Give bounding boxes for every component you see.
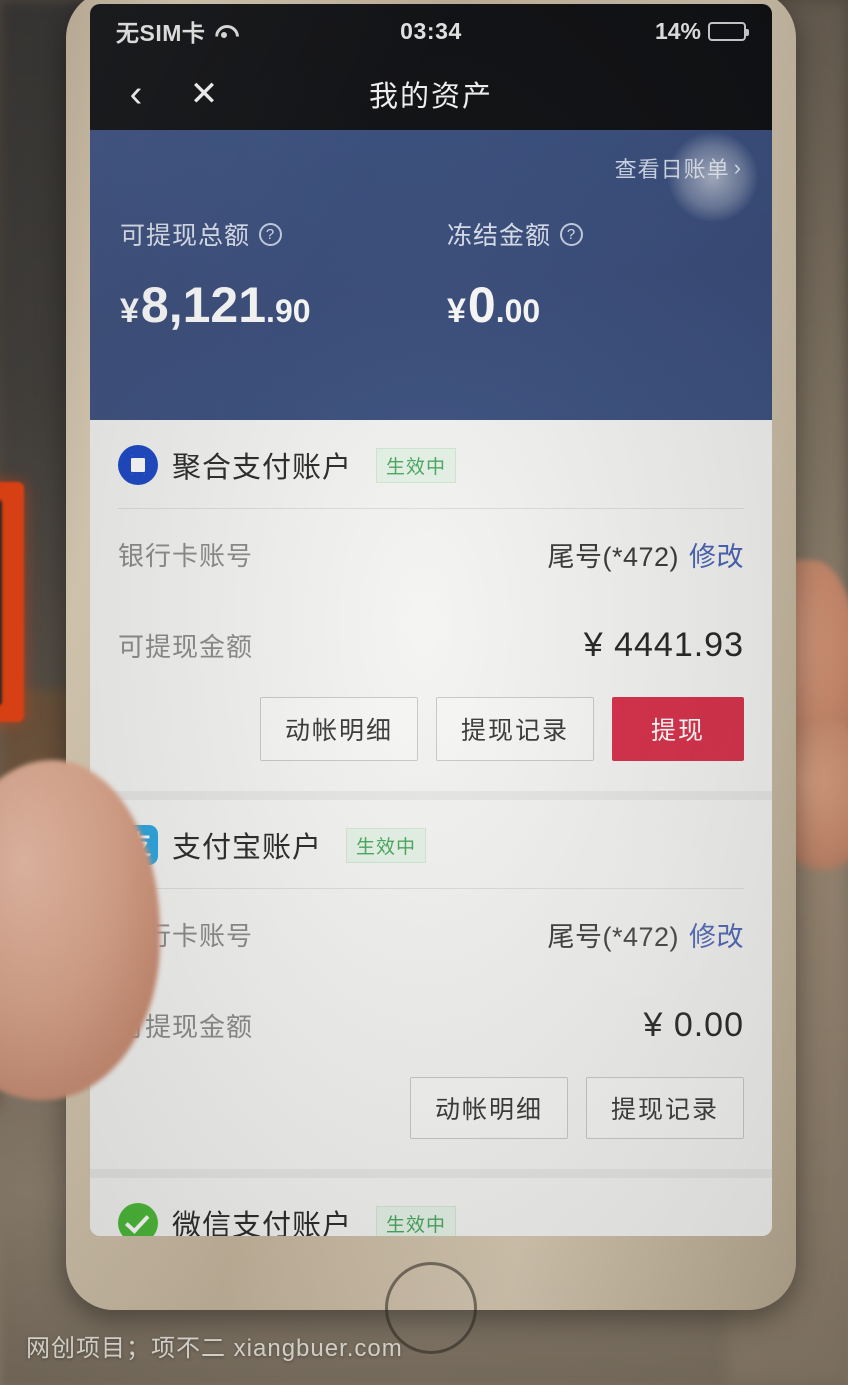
status-badge: 生效中 [376,447,457,483]
summary-columns: 可提现总额 ? ¥ 8,121 .90 冻结金额 ? ¥ 0 .00 [120,216,742,334]
bank-card-row: 银行卡账号 尾号(*472) 修改 [118,889,744,980]
status-badge: 生效中 [346,827,427,863]
amount-decimal: .00 [495,293,541,329]
amount-integer: 0 [467,277,496,333]
amount-decimal: .90 [266,293,311,329]
orange-object-shadow [0,500,2,705]
daily-bill-row: 查看日账单 › [120,152,742,184]
transaction-details-button[interactable]: 动帐明细 [409,1077,568,1139]
account-title: 支付宝账户 [172,832,323,864]
transaction-details-button[interactable]: 动帐明细 [259,697,418,761]
bank-card-row: 银行卡账号 尾号(*472) 修改 [118,509,744,600]
bank-card-value-group: 尾号(*472) 修改 [547,915,744,954]
withdrawal-records-button[interactable]: 提现记录 [435,697,594,761]
account-card-header: 聚合支付账户 生效中 [118,420,744,508]
watermark: 网创项目；项不二 xiangbuer.com [26,1335,403,1362]
status-bar-right: 14% [654,17,749,45]
account-title: 微信支付账户 [172,1210,353,1236]
account-card: 聚合支付账户 生效中 银行卡账号 尾号(*472) 修改 可提现金额 ¥ 444… [90,420,772,791]
withdrawable-total-amount: ¥ 8,121 .90 [120,276,431,334]
close-icon[interactable]: ✕ [182,77,226,111]
frozen-amount-label: 冻结金额 [447,222,552,250]
orange-object [0,482,24,722]
wechatpay-icon [118,1203,158,1236]
withdraw-button[interactable]: 提现 [611,697,744,761]
battery-percent-label: 14% [654,17,701,44]
withdrawable-amount-label: 可提现金额 [118,632,254,662]
frozen-amount-value: ¥ 0 .00 [447,276,742,334]
page-title: 我的资产 [368,81,494,113]
phone-screen: 无SIM卡 03:34 14% ‹ ✕ 我的资产 查看日账单 › 可提现总额 ?… [90,4,772,1236]
daily-bill-label: 查看日账单 [614,157,730,182]
withdrawable-total-block: 可提现总额 ? ¥ 8,121 .90 [120,216,431,334]
help-icon[interactable]: ? [560,222,584,246]
account-card-header: 微信支付账户 生效中 [118,1178,744,1236]
account-card: 支 支付宝账户 生效中 银行卡账号 尾号(*472)修改 可提现金 [90,791,772,1169]
status-bar: 无SIM卡 03:34 14% [90,4,772,58]
frozen-amount-label-row: 冻结金额 ? [447,216,742,252]
bank-card-number: 尾号(*472) [547,542,679,572]
account-actions: 动帐明细 提现记录 [118,1071,744,1169]
carrier-label: 无SIM卡 [116,20,206,46]
currency-symbol: ¥ [447,292,466,330]
help-icon[interactable]: ? [259,222,283,246]
edit-card-link[interactable]: 修改 [689,542,744,572]
wifi-icon [213,23,235,39]
photograph-of-phone: 无SIM卡 03:34 14% ‹ ✕ 我的资产 查看日账单 › 可提现总额 ?… [0,0,848,1385]
unionpay-icon [118,445,158,485]
chevron-right-icon: › [733,155,742,180]
withdrawable-amount-value: ¥ 4441.93 [583,626,744,664]
accounts-list: 聚合支付账户 生效中 银行卡账号 尾号(*472) 修改 可提现金额 ¥ 444… [90,420,772,1236]
bank-card-number: 尾号(*472) [547,922,679,952]
phone-device: 无SIM卡 03:34 14% ‹ ✕ 我的资产 查看日账单 › 可提现总额 ?… [66,0,796,1354]
bank-card-label: 银行卡账号 [118,541,254,571]
edit-card-link[interactable]: 修改 [689,922,744,952]
account-card: 微信支付账户 生效中 [90,1169,772,1236]
status-bar-left: 无SIM卡 [116,14,235,48]
battery-icon [708,21,749,41]
withdrawable-amount-row: 可提现金额 ¥ 0.00 [118,980,744,1071]
bank-card-value-group: 尾号(*472) 修改 [547,535,744,574]
phone-bezel: 无SIM卡 03:34 14% ‹ ✕ 我的资产 查看日账单 › 可提现总额 ?… [90,4,772,1236]
account-title: 聚合支付账户 [172,452,353,484]
currency-symbol: ¥ [120,292,139,330]
frozen-amount-block: 冻结金额 ? ¥ 0 .00 [431,216,742,334]
daily-bill-link[interactable]: 查看日账单 › [615,152,742,184]
clock: 03:34 [400,17,462,44]
withdrawable-total-label: 可提现总额 [120,222,251,250]
back-icon[interactable]: ‹ [116,75,156,113]
withdrawable-total-label-row: 可提现总额 ? [120,216,431,252]
withdrawal-records-button[interactable]: 提现记录 [585,1077,744,1139]
navigation-bar: ‹ ✕ 我的资产 [90,58,772,130]
account-card-header: 支 支付宝账户 生效中 [118,800,744,888]
account-actions: 动帐明细 提现记录 提现 [118,691,744,791]
status-badge: 生效中 [376,1205,457,1236]
amount-integer: 8,121 [140,277,267,333]
withdrawable-amount-row: 可提现金额 ¥ 4441.93 [118,600,744,691]
withdrawable-amount-value: ¥ 0.00 [643,1006,744,1044]
balance-summary-panel: 查看日账单 › 可提现总额 ? ¥ 8,121 .90 冻结金额 ? ¥ 0 .… [90,130,772,420]
